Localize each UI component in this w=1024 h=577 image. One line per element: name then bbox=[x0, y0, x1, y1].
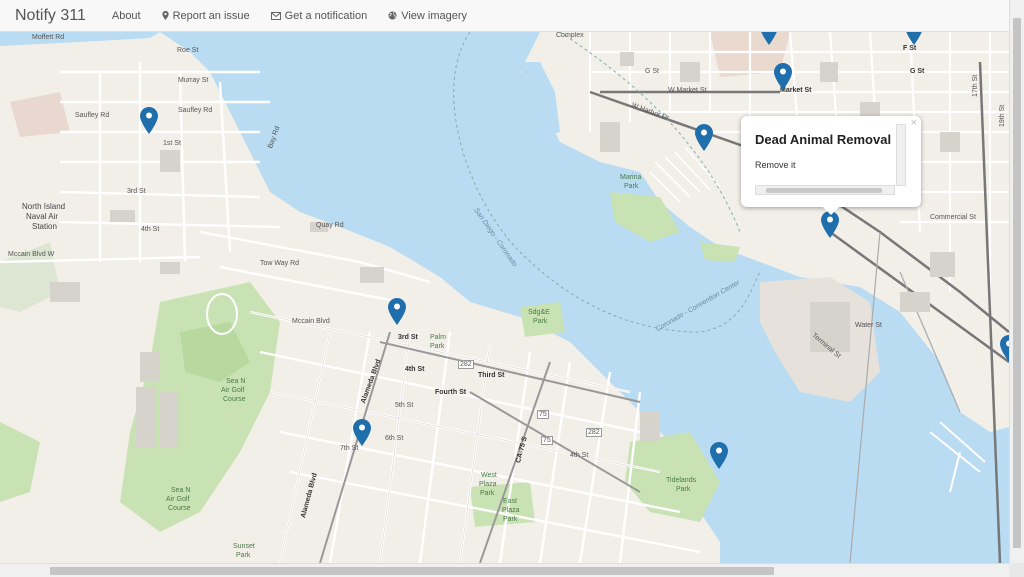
nav-about[interactable]: About bbox=[112, 10, 141, 22]
map-label: Quay Rd bbox=[316, 222, 344, 229]
navbar: Notify 311 About Report an issue Get a n… bbox=[0, 0, 1009, 32]
map-label: Park bbox=[430, 343, 445, 350]
map-label: Air Golf bbox=[221, 387, 245, 394]
close-icon[interactable]: × bbox=[911, 117, 917, 129]
map-label: W Market St bbox=[668, 87, 707, 94]
map-label: Roe St bbox=[177, 47, 199, 54]
map-marker-icon bbox=[161, 11, 169, 20]
map-label: Plaza bbox=[479, 481, 497, 488]
issue-marker[interactable] bbox=[353, 419, 371, 446]
nav-report-issue[interactable]: Report an issue bbox=[161, 9, 250, 22]
envelope-icon bbox=[270, 11, 281, 20]
map-label: Park bbox=[503, 516, 518, 523]
map-label: Mccain Blvd W bbox=[8, 251, 55, 258]
issue-marker[interactable] bbox=[710, 442, 728, 469]
map-label: Saufley Rd bbox=[75, 112, 110, 119]
scrollbar-corner bbox=[1009, 563, 1024, 577]
globe-icon bbox=[388, 11, 397, 20]
map-label: Naval Air bbox=[26, 212, 59, 221]
issue-marker[interactable] bbox=[695, 124, 713, 151]
map-view[interactable]: Moffett Rd Roe St Murray St Saufley Rd S… bbox=[0, 32, 1009, 563]
map-label: Park bbox=[236, 552, 251, 559]
map-label: 19th St bbox=[999, 104, 1006, 127]
map-label: Water St bbox=[855, 322, 882, 329]
nav-notify-label: Get a notification bbox=[284, 9, 368, 22]
map-label: G St bbox=[645, 68, 660, 75]
map-label: 3rd St bbox=[398, 334, 418, 341]
map-label: West bbox=[481, 472, 497, 479]
map-label: 4th St bbox=[570, 452, 589, 459]
map-label: Murray St bbox=[178, 77, 209, 84]
brand-title[interactable]: Notify 311 bbox=[0, 7, 112, 25]
map-label: 4th St bbox=[405, 366, 425, 373]
issue-marker[interactable] bbox=[760, 32, 778, 45]
popup-pointer bbox=[823, 207, 839, 215]
map-label: 3rd St bbox=[127, 188, 146, 195]
map-label: F St bbox=[903, 45, 917, 52]
popup-title: Dead Animal Removal bbox=[755, 132, 892, 147]
map-label: 282 bbox=[458, 360, 474, 369]
issue-marker[interactable] bbox=[388, 298, 406, 325]
map-label: 17th St bbox=[972, 74, 979, 97]
vertical-scroll-thumb[interactable] bbox=[1013, 18, 1021, 548]
map-label: Course bbox=[223, 396, 246, 403]
map-label: Station bbox=[32, 222, 57, 231]
issue-marker[interactable] bbox=[1000, 335, 1009, 362]
map-label: 5th St bbox=[395, 402, 414, 409]
map-label: Fourth St bbox=[435, 389, 467, 396]
map-label: Third St bbox=[478, 372, 505, 379]
map-label: Palm bbox=[430, 334, 446, 341]
map-label: Sunset bbox=[233, 543, 255, 550]
map-label: 6th St bbox=[385, 435, 404, 442]
issue-marker[interactable] bbox=[140, 107, 158, 134]
nav-imagery-label: View imagery bbox=[401, 9, 468, 22]
issue-marker[interactable] bbox=[774, 63, 792, 90]
map-label: Complex bbox=[556, 32, 584, 39]
map-label: 75 bbox=[541, 436, 553, 445]
popup-description: Remove it bbox=[755, 160, 796, 170]
map-label: Park bbox=[676, 486, 691, 493]
page-horizontal-scrollbar[interactable] bbox=[0, 563, 1009, 577]
nav-get-notification[interactable]: Get a notification bbox=[270, 9, 368, 22]
map-label: Commercial St bbox=[930, 214, 976, 221]
popup-vertical-scrollbar[interactable] bbox=[896, 124, 906, 186]
map-label: Air Golf bbox=[166, 496, 190, 503]
map-label: Tow Way Rd bbox=[260, 260, 300, 267]
map-label: Sdg&E bbox=[528, 309, 550, 316]
map-label: Saufley Rd bbox=[178, 107, 213, 114]
map-label: Sea N bbox=[226, 378, 246, 385]
map-label: Tidelands bbox=[666, 477, 697, 484]
map-label: Mccain Blvd bbox=[292, 318, 330, 325]
map-label: 4th St bbox=[141, 226, 160, 233]
map-label: 1st St bbox=[163, 140, 181, 147]
map-label: East bbox=[503, 498, 518, 505]
map-label: Park bbox=[480, 490, 495, 497]
issue-marker[interactable] bbox=[905, 32, 923, 45]
map-label: 7th St bbox=[340, 445, 359, 452]
horizontal-scroll-thumb[interactable] bbox=[50, 567, 774, 575]
map-label: Sea N bbox=[171, 487, 191, 494]
map-label: North Island bbox=[22, 202, 66, 211]
map-label: 282 bbox=[586, 428, 602, 437]
nav-view-imagery[interactable]: View imagery bbox=[388, 10, 467, 22]
issue-marker-selected[interactable] bbox=[821, 211, 839, 238]
popup-scroll-thumb[interactable] bbox=[766, 188, 882, 193]
nav-about-label: About bbox=[111, 9, 141, 22]
map-label: G St bbox=[910, 68, 925, 75]
map-label: Park bbox=[533, 318, 548, 325]
map-label: Moffett Rd bbox=[32, 34, 65, 41]
page-vertical-scrollbar[interactable] bbox=[1009, 0, 1024, 563]
map-label: 75 bbox=[537, 410, 549, 419]
map-label: Plaza bbox=[502, 507, 520, 514]
map-label: Marina bbox=[620, 174, 642, 181]
popup-horizontal-scrollbar[interactable] bbox=[755, 185, 895, 195]
map-label: Park bbox=[624, 183, 639, 190]
issue-popup: Dead Animal Removal Remove it × bbox=[741, 116, 921, 215]
map-label: Course bbox=[168, 505, 191, 512]
nav-report-label: Report an issue bbox=[172, 9, 250, 22]
